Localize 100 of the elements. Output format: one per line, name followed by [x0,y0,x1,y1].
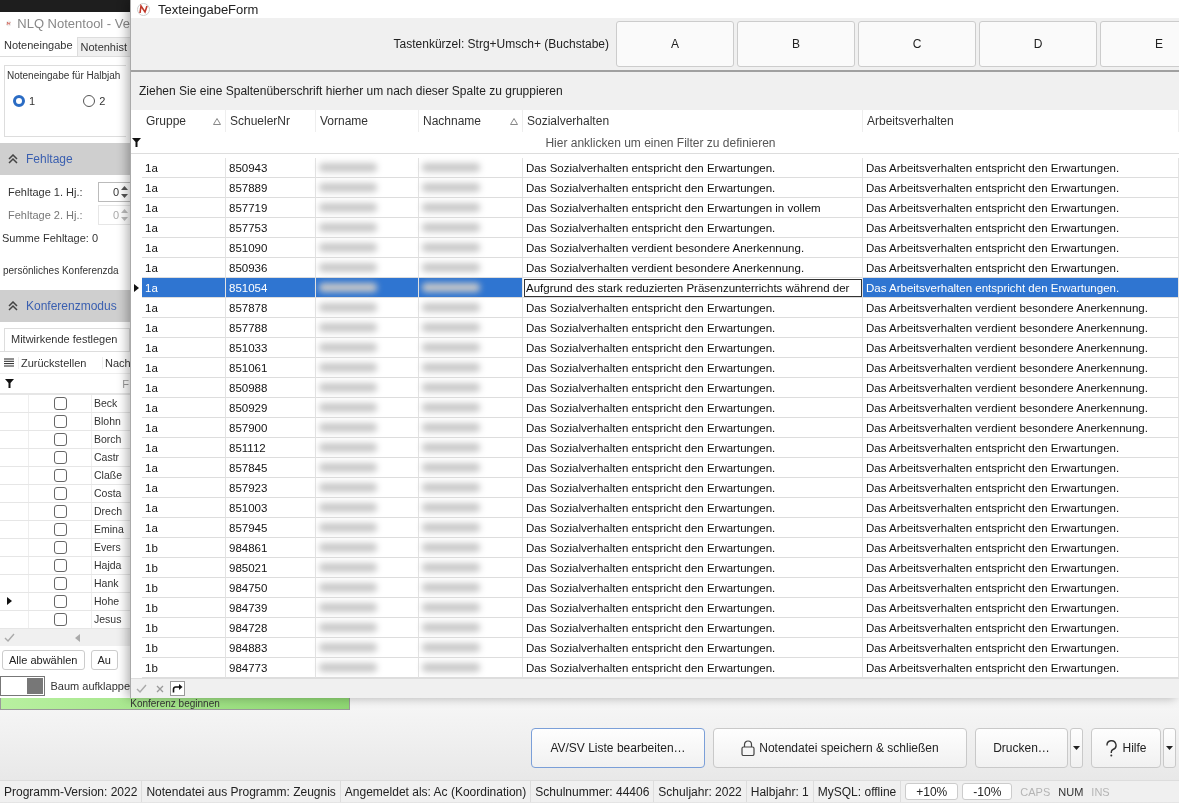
blurred-text [422,383,481,392]
column-header[interactable]: Sozialverhalten [523,110,863,132]
action-button[interactable]: Hilfe [1091,728,1161,768]
table-cell: Das Sozialverhalten entspricht den Erwartungen. [523,358,863,378]
toggle-switch[interactable] [0,676,45,696]
letter-button[interactable]: D [979,21,1097,67]
table-cell: 1a [142,198,226,218]
blurred-text [319,663,377,672]
column-chooser-icon[interactable] [4,358,14,368]
blurred-text [422,263,481,272]
blurred-text [422,403,481,412]
blurred-text [319,223,377,232]
zoom-button[interactable]: +10% [905,783,959,800]
blurred-text [422,643,481,652]
status-field: Halbjahr: 1 [746,781,814,802]
window-title: NLQ Notentool - Ve [17,15,130,31]
number-field[interactable]: 0 [98,182,130,203]
cell-editor[interactable]: Aufgrund des stark reduzierten Präsenzunterrichts während der [523,278,863,298]
blurred-text [422,183,481,192]
radio-button[interactable] [13,94,25,107]
checkbox[interactable] [53,577,67,590]
table-cell: 1a [142,458,226,478]
checkbox[interactable] [53,451,67,464]
table-cell: 984773 [226,658,316,678]
section-header[interactable]: Konferenzmodus [0,290,130,322]
blurred-text [319,623,377,632]
table-cell: Das Sozialverhalten verdient besondere Anerkennung. [523,258,863,278]
table-cell: 857719 [226,198,316,218]
button[interactable]: Alle abwählen [2,650,85,670]
blurred-text [319,383,377,392]
filter-hint[interactable]: Hier anklicken um einen Filter zu definieren [142,135,1179,150]
filter-icon[interactable] [4,379,14,388]
table-cell: Das Sozialverhalten entspricht den Erwartungen. [523,318,863,338]
column-header[interactable]: SchuelerNr [226,110,316,132]
table-cell: Das Arbeitsverhalten entspricht den Erwartungen. [863,158,1179,178]
checkbox[interactable] [53,487,67,500]
table-cell: 1a [142,258,226,278]
table-cell: Das Sozialverhalten entspricht den Erwartungen. [523,338,863,358]
tab[interactable]: Notenhist [76,36,130,56]
letter-button[interactable]: C [858,21,976,67]
radio-button[interactable] [83,94,96,107]
checkbox[interactable] [53,523,67,536]
column-header[interactable]: Zurückstellen [18,356,102,369]
collapse-icon[interactable] [8,154,18,165]
blurred-text [319,463,377,472]
help-icon [1105,739,1119,757]
checkbox[interactable] [53,415,67,428]
table-cell: Das Sozialverhalten entspricht den Erwartungen. [523,538,863,558]
check-icon[interactable] [4,633,15,642]
checkbox[interactable] [53,541,67,554]
table-cell: 1b [142,598,226,618]
table-cell: 1a [142,158,226,178]
letter-button[interactable]: E [1100,21,1179,67]
table-cell: Das Sozialverhalten entspricht den Erwartungen. [523,218,863,238]
zoom-button[interactable]: -10% [962,783,1013,800]
action-button[interactable]: Notendatei speichern & schließen [713,728,967,768]
checkbox[interactable] [53,613,67,626]
blurred-text [319,203,377,212]
checkbox[interactable] [53,505,67,518]
table-cell: 984739 [226,598,316,618]
action-button[interactable]: AV/SV Liste bearbeiten… [531,728,705,768]
section-header[interactable]: Fehltage [0,143,130,176]
checkbox[interactable] [53,433,67,446]
column-header[interactable]: Nachname [419,110,523,132]
column-header[interactable]: Vorname [316,110,419,132]
checkbox[interactable] [53,397,67,410]
checkbox[interactable] [53,469,67,482]
column-header[interactable]: Arbeitsverhalten [863,110,1179,132]
filter-icon[interactable] [132,138,141,147]
table-cell: Das Sozialverhalten entspricht den Erwartungen. [523,458,863,478]
table-cell-text: Emina [93,523,124,536]
letter-button[interactable]: A [616,21,734,67]
table-cell: 1a [142,518,226,538]
table-cell: Das Arbeitsverhalten verdient besondere Anerkennung. [863,398,1179,418]
table-cell: 851033 [226,338,316,358]
table-cell: Das Sozialverhalten entspricht den Erwartungen. [523,558,863,578]
blurred-text [422,283,481,292]
column-header[interactable]: Gruppe [142,110,226,132]
blurred-text [319,603,377,612]
action-button[interactable]: Drucken… [975,728,1068,768]
checkbox[interactable] [53,559,67,572]
collapse-icon[interactable] [8,301,18,311]
group-hint: Ziehen Sie eine Spaltenüberschrift hierher um nach dieser Spalte zu gruppieren [139,84,563,98]
button[interactable]: Au [90,650,118,670]
dropdown-button[interactable] [1163,728,1176,768]
table-cell: 850936 [226,258,316,278]
spinner-arrows-icon[interactable] [121,184,128,201]
start-conference-button[interactable]: Konferenz beginnen [0,698,350,710]
table-cell: 857923 [226,478,316,498]
table-cell: Das Arbeitsverhalten entspricht den Erwartungen. [863,598,1179,618]
table-cell: Das Arbeitsverhalten entspricht den Erwartungen. [863,578,1179,598]
checkbox[interactable] [53,595,67,608]
table-cell: Das Arbeitsverhalten entspricht den Erwartungen. [863,618,1179,638]
table-cell: Das Arbeitsverhalten entspricht den Erwartungen. [863,638,1179,658]
letter-button[interactable]: B [737,21,855,67]
redo-button[interactable] [170,681,185,696]
dropdown-button[interactable] [1070,728,1083,768]
blurred-text [422,223,481,232]
blurred-text [319,303,377,312]
table-cell: Das Sozialverhalten entspricht den Erwartungen. [523,438,863,458]
